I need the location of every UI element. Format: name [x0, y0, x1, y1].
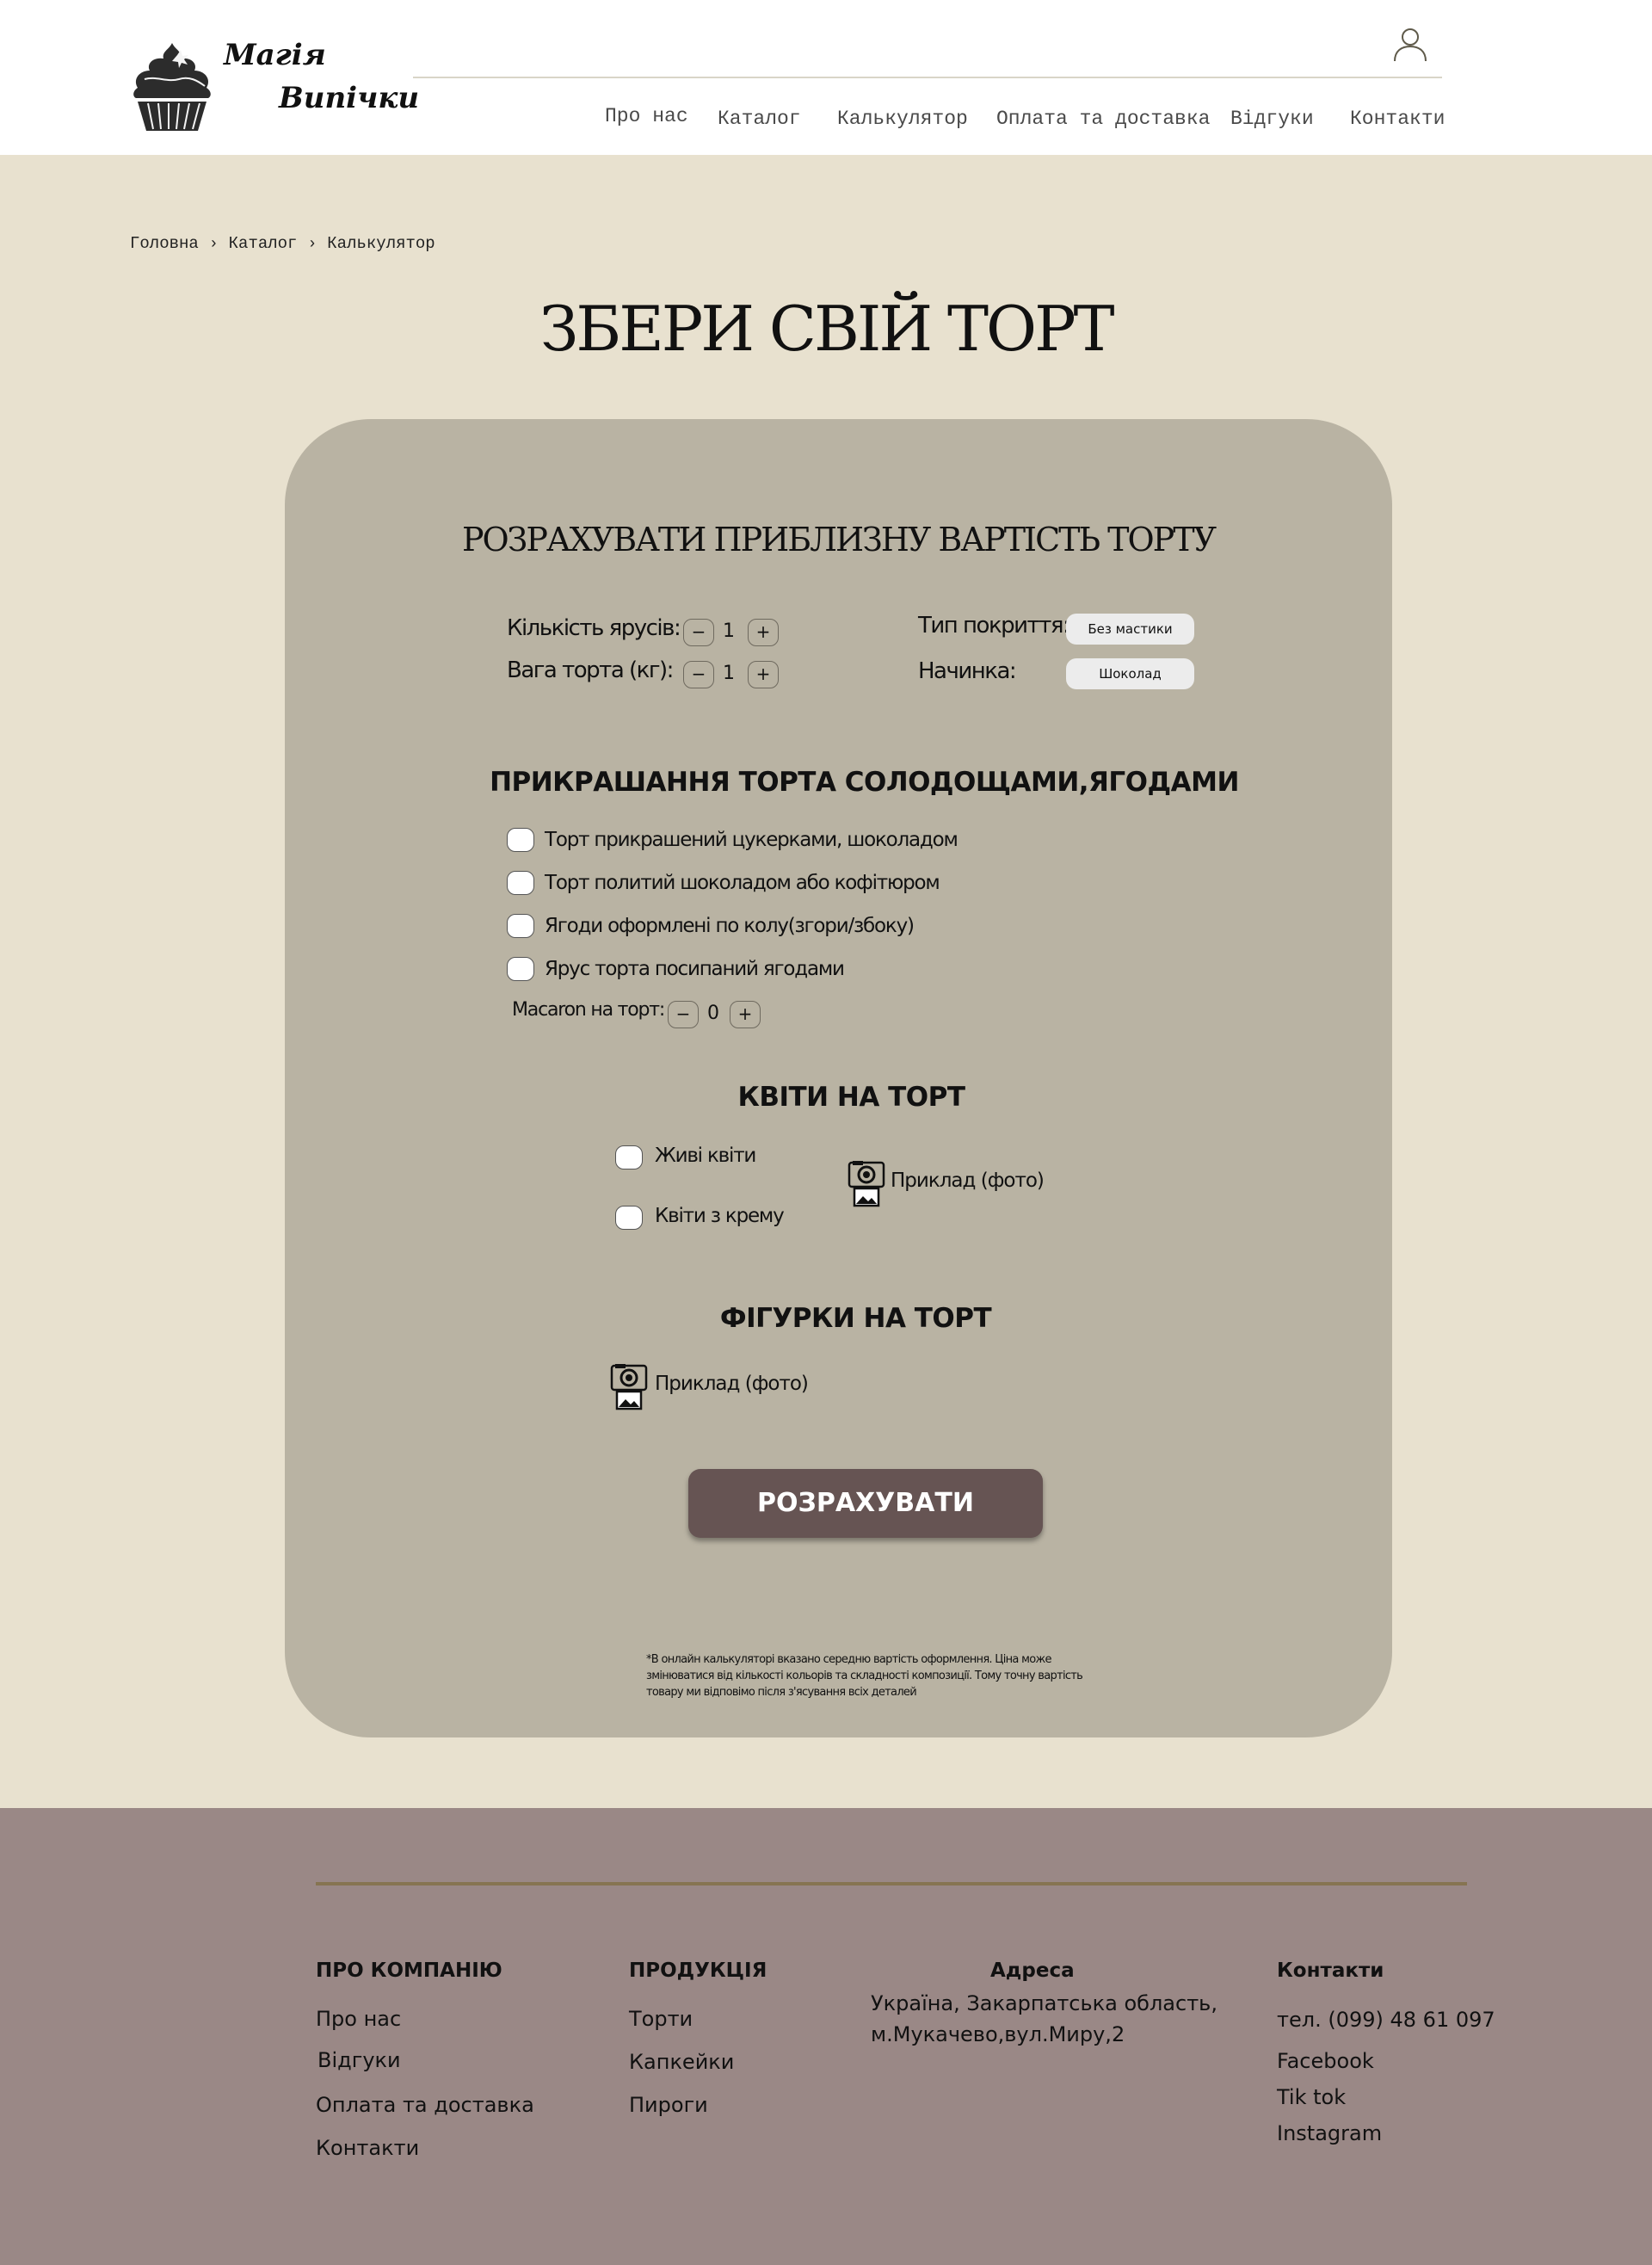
- weight-value: 1: [723, 663, 735, 684]
- calculator-card: РОЗРАХУВАТИ ПРИБЛИЗНУ ВАРТІСТЬ ТОРТУ Кіл…: [285, 419, 1392, 1737]
- decor-option-chocolate-label: Торт политий шоколадом або кофітюром: [545, 872, 940, 894]
- macaron-minus-button[interactable]: −: [668, 1001, 699, 1028]
- nav-item-reviews[interactable]: Відгуки: [1230, 108, 1314, 130]
- breadcrumb-catalog[interactable]: Каталог: [229, 234, 298, 253]
- footer-products-title: ПРОДУКЦІЯ: [629, 1960, 767, 1982]
- macaron-label: Macaron на торт:: [512, 999, 665, 1021]
- decor-option-candies-label: Торт прикрашений цукерками, шоколадом: [545, 829, 959, 851]
- tiers-minus-button[interactable]: −: [683, 619, 714, 646]
- tiers-plus-button[interactable]: +: [748, 619, 779, 646]
- user-icon[interactable]: [1392, 26, 1428, 64]
- footer-link-cakes[interactable]: Торти: [629, 2007, 693, 2031]
- header-divider: [413, 77, 1442, 78]
- footer-link-payment-delivery[interactable]: Оплата та доставка: [316, 2093, 534, 2117]
- decor-option-berries-tier-label: Ярус торта посипаний ягодами: [545, 958, 845, 980]
- decor-option-chocolate-checkbox[interactable]: [507, 871, 534, 895]
- nav-item-calculator[interactable]: Калькулятор: [837, 108, 968, 130]
- tiers-value: 1: [723, 620, 735, 642]
- footer-link-cupcakes[interactable]: Капкейки: [629, 2050, 734, 2074]
- decor-option-berries-tier-checkbox[interactable]: [507, 957, 534, 981]
- macaron-plus-button[interactable]: +: [730, 1001, 761, 1028]
- decor-option-candies-checkbox[interactable]: [507, 828, 534, 852]
- footer-link-pies[interactable]: Пироги: [629, 2093, 708, 2117]
- tiers-label: Кількість ярусів:: [507, 615, 681, 641]
- decor-option-berries-circle-label: Ягоди оформлені по колу(згори/збоку): [545, 915, 915, 937]
- breadcrumb-calculator: Калькулятор: [327, 234, 435, 253]
- calculator-title: РОЗРАХУВАТИ ПРИБЛИЗНУ ВАРТІСТЬ ТОРТУ: [461, 521, 1217, 559]
- calculator-disclaimer: *В онлайн калькуляторі вказано середню в…: [646, 1653, 1083, 1699]
- chevron-right-icon: ›: [307, 236, 317, 253]
- footer-address-line2: м.Мукачево,вул.Миру,2: [871, 2022, 1125, 2046]
- footer-contacts-title: Контакти: [1277, 1960, 1384, 1982]
- footer-link-about[interactable]: Про нас: [316, 2007, 401, 2031]
- footer-company-title: ПРО КОМПАНІЮ: [316, 1960, 502, 1982]
- flowers-live-checkbox[interactable]: [615, 1145, 643, 1170]
- footer-link-facebook[interactable]: Facebook: [1277, 2049, 1374, 2073]
- decor-option-berries-circle-checkbox[interactable]: [507, 914, 534, 938]
- filling-label: Начинка:: [918, 658, 1017, 684]
- footer-address-title: Адреса: [990, 1960, 1075, 1982]
- page-title: ЗБЕРИ СВІЙ ТОРТ: [539, 293, 1114, 365]
- flowers-cream-checkbox[interactable]: [615, 1206, 643, 1230]
- footer-link-tiktok[interactable]: Tik tok: [1277, 2085, 1346, 2109]
- nav-item-about[interactable]: Про нас: [605, 105, 688, 127]
- site-footer: ПРО КОМПАНІЮ Про нас Відгуки Оплата та д…: [0, 1808, 1652, 2265]
- chevron-right-icon: ›: [208, 236, 219, 253]
- flowers-example-photo-link[interactable]: Приклад (фото): [891, 1170, 1045, 1192]
- site-header: Магія Випічки Про нас Каталог Калькулято…: [0, 0, 1652, 155]
- nav-item-contacts[interactable]: Контакти: [1350, 108, 1445, 130]
- figures-section-title: ФІГУРКИ НА ТОРТ: [719, 1303, 992, 1334]
- footer-phone[interactable]: тел. (099) 48 61 097: [1277, 2004, 1495, 2035]
- flowers-section-title: КВІТИ НА ТОРТ: [737, 1082, 965, 1113]
- decor-section-title: ПРИКРАШАННЯ ТОРТА СОЛОДОЩАМИ,ЯГОДАМИ: [490, 767, 1239, 798]
- footer-address-line1: Україна, Закарпатська область,: [871, 1991, 1217, 2015]
- flowers-cream-label: Квіти з крему: [655, 1205, 785, 1227]
- coating-label: Тип покриття:: [918, 613, 1070, 639]
- main-nav: Про нас Каталог Калькулятор Оплата та до…: [0, 103, 1652, 138]
- footer-link-contacts[interactable]: Контакти: [316, 2136, 419, 2160]
- nav-item-catalog[interactable]: Каталог: [718, 108, 801, 130]
- logo-text-line1: Магія: [224, 38, 326, 72]
- photo-camera-icon[interactable]: [848, 1161, 885, 1207]
- weight-plus-button[interactable]: +: [748, 661, 779, 688]
- weight-minus-button[interactable]: −: [683, 661, 714, 688]
- footer-divider: [316, 1882, 1467, 1885]
- nav-item-payment-delivery[interactable]: Оплата та доставка: [996, 108, 1210, 130]
- breadcrumb-home[interactable]: Головна: [130, 234, 199, 253]
- figures-example-photo-link[interactable]: Приклад (фото): [655, 1373, 809, 1395]
- weight-label: Вага торта (кг):: [507, 657, 674, 683]
- footer-link-reviews[interactable]: Відгуки: [317, 2048, 401, 2072]
- flowers-live-label: Живі квіти: [655, 1145, 756, 1167]
- macaron-value: 0: [707, 1003, 719, 1024]
- coating-select[interactable]: Без мастики: [1066, 614, 1194, 645]
- breadcrumb: Головна › Каталог › Калькулятор: [130, 234, 435, 253]
- filling-select[interactable]: Шоколад: [1066, 658, 1194, 689]
- footer-link-instagram[interactable]: Instagram: [1277, 2121, 1382, 2145]
- photo-camera-icon[interactable]: [610, 1364, 648, 1410]
- calculate-button[interactable]: РОЗРАХУВАТИ: [688, 1469, 1043, 1538]
